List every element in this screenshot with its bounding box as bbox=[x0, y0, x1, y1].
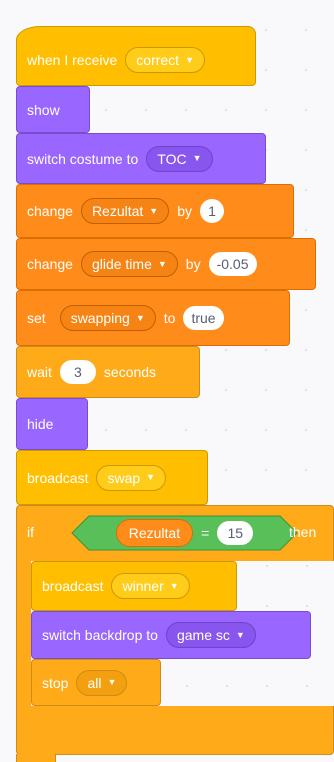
broadcast-message-value: swap bbox=[107, 469, 141, 486]
change-rezultat-block[interactable]: change Rezultat ▼ by 1 bbox=[16, 184, 294, 238]
switch-backdrop-block[interactable]: switch backdrop to game sc ▼ bbox=[31, 611, 311, 659]
chevron-down-icon: ▼ bbox=[192, 153, 202, 163]
backdrop-dropdown-value: game sc bbox=[176, 627, 230, 643]
chevron-down-icon: ▼ bbox=[107, 677, 117, 687]
stop-option-dropdown[interactable]: all ▼ bbox=[76, 669, 128, 696]
rezultat-reporter[interactable]: Rezultat bbox=[115, 519, 194, 547]
message-dropdown-value: correct bbox=[136, 52, 180, 68]
broadcast-label: broadcast bbox=[27, 469, 89, 486]
backdrop-dropdown[interactable]: game sc ▼ bbox=[165, 622, 256, 648]
if-then-block[interactable]: if Rezultat = 15 then broadcast winner ▼… bbox=[16, 505, 334, 755]
switch-costume-label: switch costume to bbox=[27, 150, 139, 167]
variable-dropdown-value: glide time bbox=[91, 256, 152, 272]
script-bottom-connector bbox=[16, 754, 56, 762]
seconds-label: seconds bbox=[103, 364, 157, 380]
chevron-down-icon: ▼ bbox=[146, 472, 156, 482]
switch-costume-block[interactable]: switch costume to TOC ▼ bbox=[16, 133, 266, 184]
chevron-down-icon: ▼ bbox=[157, 258, 167, 269]
set-label: set bbox=[27, 310, 46, 326]
variable-dropdown[interactable]: swapping ▼ bbox=[59, 305, 156, 331]
by-label: by bbox=[185, 256, 201, 272]
hide-block[interactable]: hide bbox=[16, 398, 88, 450]
change-value-input[interactable]: -0.05 bbox=[208, 252, 257, 276]
message-dropdown[interactable]: correct ▼ bbox=[125, 47, 205, 73]
chevron-down-icon: ▼ bbox=[149, 205, 159, 216]
stop-label: stop bbox=[42, 674, 69, 691]
switch-backdrop-label: switch backdrop to bbox=[42, 627, 158, 643]
equals-operator-label: = bbox=[201, 525, 210, 541]
when-i-receive-block[interactable]: when I receive correct ▼ bbox=[16, 26, 256, 86]
by-label: by bbox=[177, 203, 193, 219]
set-swapping-block[interactable]: set swapping ▼ to true bbox=[16, 290, 290, 346]
chevron-down-icon: ▼ bbox=[135, 312, 145, 323]
compare-value-input[interactable]: 15 bbox=[217, 521, 254, 545]
chevron-down-icon: ▼ bbox=[169, 580, 179, 591]
when-i-receive-label: when I receive bbox=[27, 52, 118, 68]
set-value-input[interactable]: true bbox=[183, 306, 224, 330]
broadcast-winner-block[interactable]: broadcast winner ▼ bbox=[31, 561, 237, 611]
stop-option-value: all bbox=[87, 674, 102, 691]
variable-dropdown[interactable]: glide time ▼ bbox=[80, 251, 178, 277]
if-label: if bbox=[27, 524, 34, 540]
hide-label: hide bbox=[27, 416, 54, 432]
broadcast-swap-block[interactable]: broadcast swap ▼ bbox=[16, 450, 208, 505]
broadcast-label: broadcast bbox=[42, 578, 104, 594]
broadcast-message-dropdown[interactable]: winner ▼ bbox=[111, 573, 190, 599]
show-label: show bbox=[27, 101, 60, 118]
then-label: then bbox=[289, 524, 317, 540]
chevron-down-icon: ▼ bbox=[235, 629, 245, 640]
broadcast-message-dropdown[interactable]: swap ▼ bbox=[96, 464, 167, 491]
change-glide-time-block[interactable]: change glide time ▼ by -0.05 bbox=[16, 238, 316, 290]
change-value-input[interactable]: 1 bbox=[200, 199, 225, 223]
wait-label: wait bbox=[27, 364, 52, 380]
to-label: to bbox=[163, 310, 176, 326]
stop-block[interactable]: stop all ▼ bbox=[31, 659, 161, 706]
equals-operator-block[interactable]: Rezultat = 15 bbox=[71, 515, 298, 551]
wait-seconds-input[interactable]: 3 bbox=[59, 360, 96, 384]
costume-dropdown[interactable]: TOC ▼ bbox=[146, 145, 213, 172]
variable-dropdown-value: Rezultat bbox=[91, 203, 144, 219]
chevron-down-icon: ▼ bbox=[185, 54, 194, 65]
variable-dropdown-value: swapping bbox=[70, 310, 130, 326]
if-header: if Rezultat = 15 then bbox=[17, 506, 334, 561]
change-label: change bbox=[27, 256, 73, 272]
show-block[interactable]: show bbox=[16, 86, 90, 133]
costume-dropdown-value: TOC bbox=[157, 150, 187, 167]
variable-dropdown[interactable]: Rezultat ▼ bbox=[80, 198, 170, 224]
wait-block[interactable]: wait 3 seconds bbox=[16, 346, 200, 398]
broadcast-message-value: winner bbox=[122, 578, 164, 594]
change-label: change bbox=[27, 203, 73, 219]
